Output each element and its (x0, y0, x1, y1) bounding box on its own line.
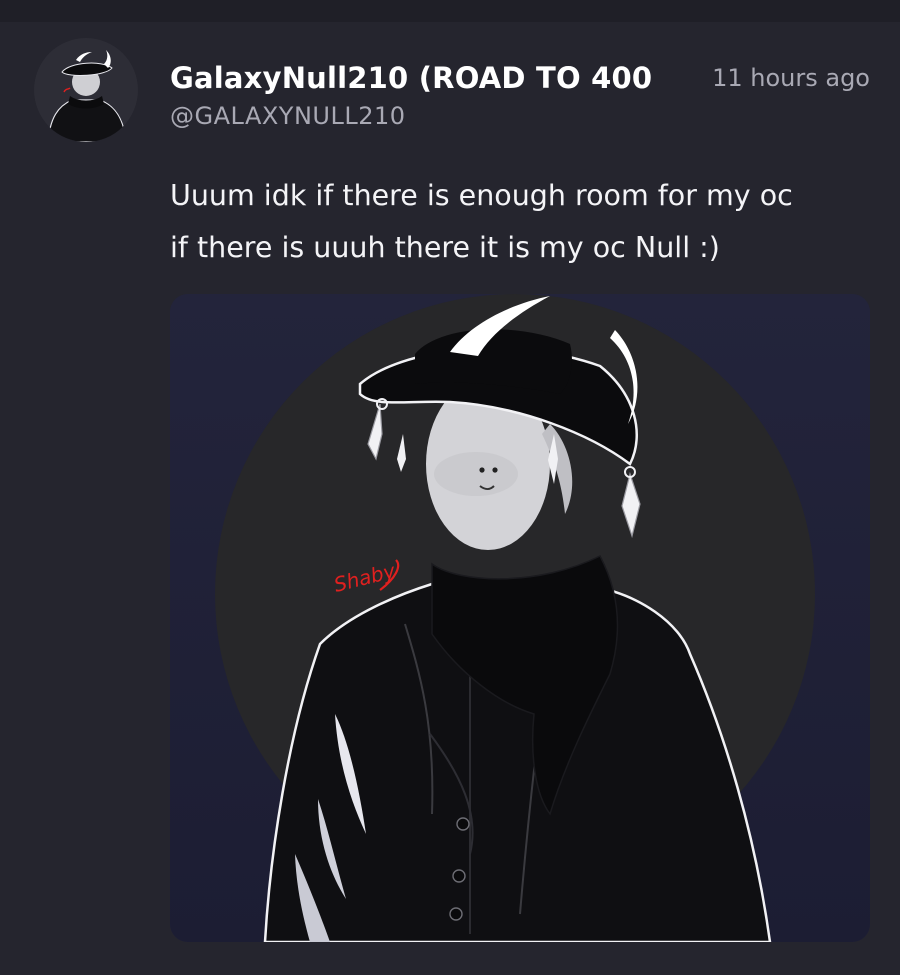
post-image-attachment[interactable]: Shaby (170, 294, 870, 942)
avatar-image (34, 38, 138, 142)
author-display-name[interactable]: GalaxyNull210 (ROAD TO 400 (170, 60, 678, 96)
post-card[interactable]: GalaxyNull210 (ROAD TO 400 11 hours ago … (0, 22, 900, 975)
oc-drawing: Shaby (170, 294, 870, 942)
post-body: Uuum idk if there is enough room for my … (170, 170, 880, 274)
author-handle[interactable]: @GALAXYNULL210 (170, 100, 406, 132)
post-body-line: if there is uuuh there it is my oc Null … (170, 231, 720, 264)
post-page: GalaxyNull210 (ROAD TO 400 11 hours ago … (0, 0, 900, 975)
avatar[interactable] (34, 38, 138, 142)
top-divider (0, 0, 900, 22)
post-timestamp: 11 hours ago (712, 64, 870, 92)
post-body-line: Uuum idk if there is enough room for my … (170, 179, 793, 212)
post-footer (0, 966, 900, 975)
